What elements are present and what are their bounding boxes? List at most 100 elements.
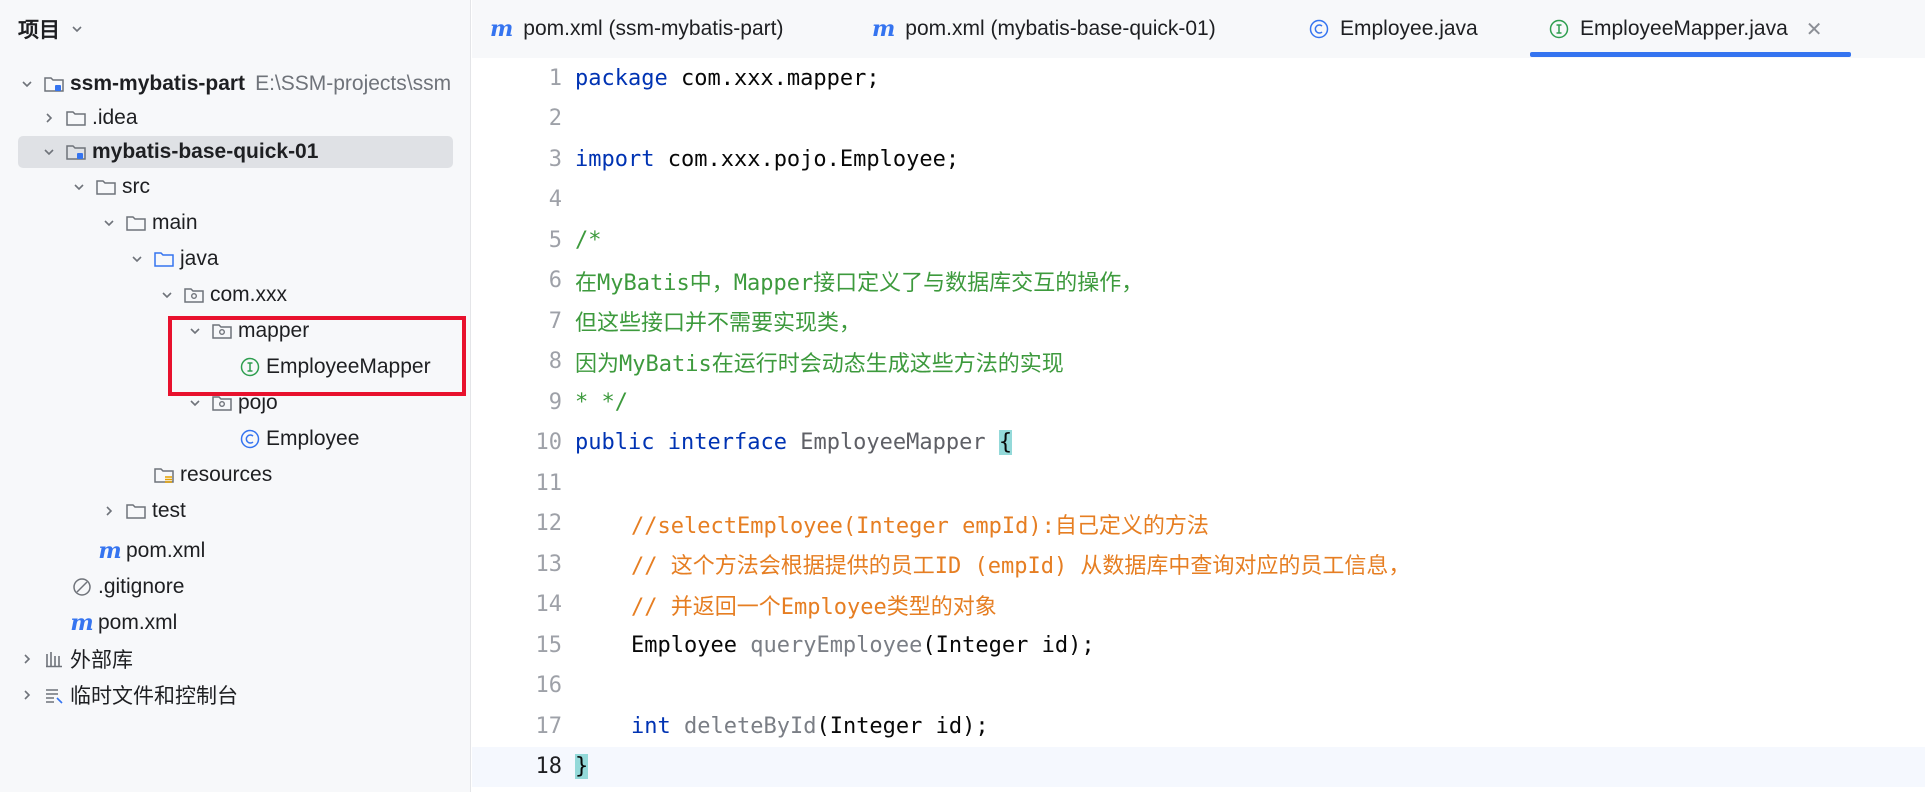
- chevron-down-icon[interactable]: [68, 20, 86, 38]
- tab-label: EmployeeMapper.java: [1580, 17, 1788, 40]
- chevron-right-icon[interactable]: [40, 109, 58, 127]
- package-icon: [210, 319, 234, 343]
- tree-item-test[interactable]: test: [18, 494, 470, 528]
- tree-item-idea[interactable]: .idea: [18, 101, 470, 135]
- tree-item-label: test: [152, 499, 186, 522]
- tree-item-label: pom.xml: [98, 611, 178, 634]
- line-number: 10: [535, 430, 563, 456]
- tree-item-mybatis-base-quick-01[interactable]: mybatis-base-quick-01: [18, 135, 470, 169]
- tree-item-employee[interactable]: Employee: [18, 422, 470, 456]
- line-number: 5: [548, 227, 562, 253]
- project-panel-header[interactable]: 项目: [18, 14, 86, 44]
- tree-item-label: Employee: [266, 427, 360, 450]
- tab-pom-ssm-mybatis-part[interactable]: m pom.xml (ssm-mybatis-part): [490, 0, 783, 58]
- folder-icon: [94, 175, 118, 199]
- maven-icon: m: [98, 538, 122, 564]
- folder-icon: [124, 499, 148, 523]
- tree-item-java[interactable]: java: [18, 242, 470, 276]
- chevron-down-icon[interactable]: [186, 322, 204, 340]
- chevron-down-icon[interactable]: [100, 214, 118, 232]
- line-number: 1: [548, 65, 562, 91]
- editor-tab-bar: m pom.xml (ssm-mybatis-part) m pom.xml (…: [472, 0, 1925, 59]
- line-number: 7: [548, 308, 562, 334]
- tree-item-resources[interactable]: resources: [18, 458, 470, 492]
- line-number: 2: [548, 106, 562, 132]
- code-line: 6 在MyBatis中，Mapper接口定义了与数据库交互的操作，: [472, 261, 1925, 302]
- line-number: 3: [548, 146, 562, 172]
- code-line-current: 18 }: [472, 746, 1925, 787]
- class-icon: [1308, 18, 1330, 40]
- maven-icon: m: [872, 16, 896, 42]
- chevron-down-icon[interactable]: [18, 75, 36, 93]
- tree-item-main[interactable]: main: [18, 206, 470, 240]
- line-number: 9: [548, 389, 562, 415]
- tree-item-label: com.xxx: [210, 283, 288, 306]
- code-line: 8 因为MyBatis在运行时会动态生成这些方法的实现: [472, 342, 1925, 383]
- tree-item-ssm-mybatis-part[interactable]: ssm-mybatis-part E:\SSM-projects\ssm: [18, 67, 470, 101]
- code-line: 5 /*: [472, 220, 1925, 261]
- chevron-down-icon[interactable]: [186, 394, 204, 412]
- tab-pom-mybatis-base-quick-01[interactable]: m pom.xml (mybatis-base-quick-01): [872, 0, 1216, 58]
- tree-item-label: main: [152, 211, 198, 234]
- chevron-right-icon[interactable]: [18, 686, 36, 704]
- package-icon: [182, 283, 206, 307]
- tab-label: pom.xml (mybatis-base-quick-01): [905, 17, 1216, 40]
- tree-item-label: pom.xml: [126, 539, 206, 562]
- tree-item-mapper[interactable]: mapper: [18, 314, 470, 348]
- code-line: 7 但这些接口并不需要实现类，: [472, 301, 1925, 342]
- code-line: 4: [472, 180, 1925, 221]
- tree-item-label: 外部库: [70, 649, 133, 672]
- code-line: 17 int deleteById(Integer id);: [472, 706, 1925, 747]
- code-line: 13 // 这个方法会根据提供的员工ID (empId) 从数据库中查询对应的员…: [472, 544, 1925, 585]
- interface-icon: [1548, 18, 1570, 40]
- tab-label: pom.xml (ssm-mybatis-part): [523, 17, 784, 40]
- tab-label: Employee.java: [1340, 17, 1478, 40]
- tree-item-label: resources: [180, 463, 273, 486]
- active-tab-indicator: [1530, 52, 1851, 57]
- tab-employee-mapper-java[interactable]: EmployeeMapper.java ✕: [1548, 0, 1823, 58]
- tree-item-employee-mapper[interactable]: EmployeeMapper: [18, 350, 470, 384]
- code-editor[interactable]: 1 package com.xxx.mapper; 2 3 import com…: [472, 58, 1925, 792]
- line-number: 18: [535, 754, 563, 780]
- ignored-file-icon: [70, 575, 94, 599]
- tree-item-label: 临时文件和控制台: [70, 685, 238, 708]
- tree-item-pojo[interactable]: pojo: [18, 386, 470, 420]
- chevron-right-icon[interactable]: [18, 650, 36, 668]
- tree-item-label: mybatis-base-quick-01: [92, 140, 319, 163]
- folder-icon: [124, 211, 148, 235]
- tree-item-scratches[interactable]: 临时文件和控制台: [18, 678, 470, 712]
- code-line: 3 import com.xxx.pojo.Employee;: [472, 139, 1925, 180]
- code-line: 14 // 并返回一个Employee类型的对象: [472, 585, 1925, 626]
- folder-icon: [64, 106, 88, 130]
- line-number: 15: [535, 632, 563, 658]
- chevron-down-icon[interactable]: [128, 250, 146, 268]
- tree-item-external-libraries[interactable]: 外部库: [18, 642, 470, 676]
- tree-item-module-pom[interactable]: m pom.xml: [18, 534, 470, 568]
- tree-item-label: mapper: [238, 319, 310, 342]
- project-panel: 项目 ssm-mybatis-part E:\SSM-projects\ssm …: [0, 0, 471, 792]
- line-number: 17: [535, 713, 563, 739]
- package-icon: [210, 391, 234, 415]
- line-number: 4: [548, 187, 562, 213]
- interface-icon: [238, 355, 262, 379]
- tab-employee-java[interactable]: Employee.java: [1308, 0, 1478, 58]
- code-line: 9 * */: [472, 382, 1925, 423]
- code-line: 10 public interface EmployeeMapper {: [472, 423, 1925, 464]
- line-number: 14: [535, 592, 563, 618]
- chevron-down-icon[interactable]: [158, 286, 176, 304]
- source-folder-icon: [152, 247, 176, 271]
- tree-item-root-pom[interactable]: m pom.xml: [18, 606, 470, 640]
- line-number: 16: [535, 673, 563, 699]
- line-number: 11: [535, 470, 563, 496]
- module-folder-icon: [64, 140, 88, 164]
- module-folder-icon: [42, 72, 66, 96]
- tree-item-label: pojo: [238, 391, 278, 414]
- chevron-down-icon[interactable]: [70, 178, 88, 196]
- tree-item-gitignore[interactable]: .gitignore: [18, 570, 470, 604]
- module-path: E:\SSM-projects\ssm: [255, 72, 452, 95]
- chevron-right-icon[interactable]: [100, 502, 118, 520]
- chevron-down-icon[interactable]: [40, 143, 58, 161]
- tree-item-com-xxx[interactable]: com.xxx: [18, 278, 470, 312]
- tree-item-src[interactable]: src: [18, 170, 470, 204]
- close-icon[interactable]: ✕: [1806, 17, 1823, 42]
